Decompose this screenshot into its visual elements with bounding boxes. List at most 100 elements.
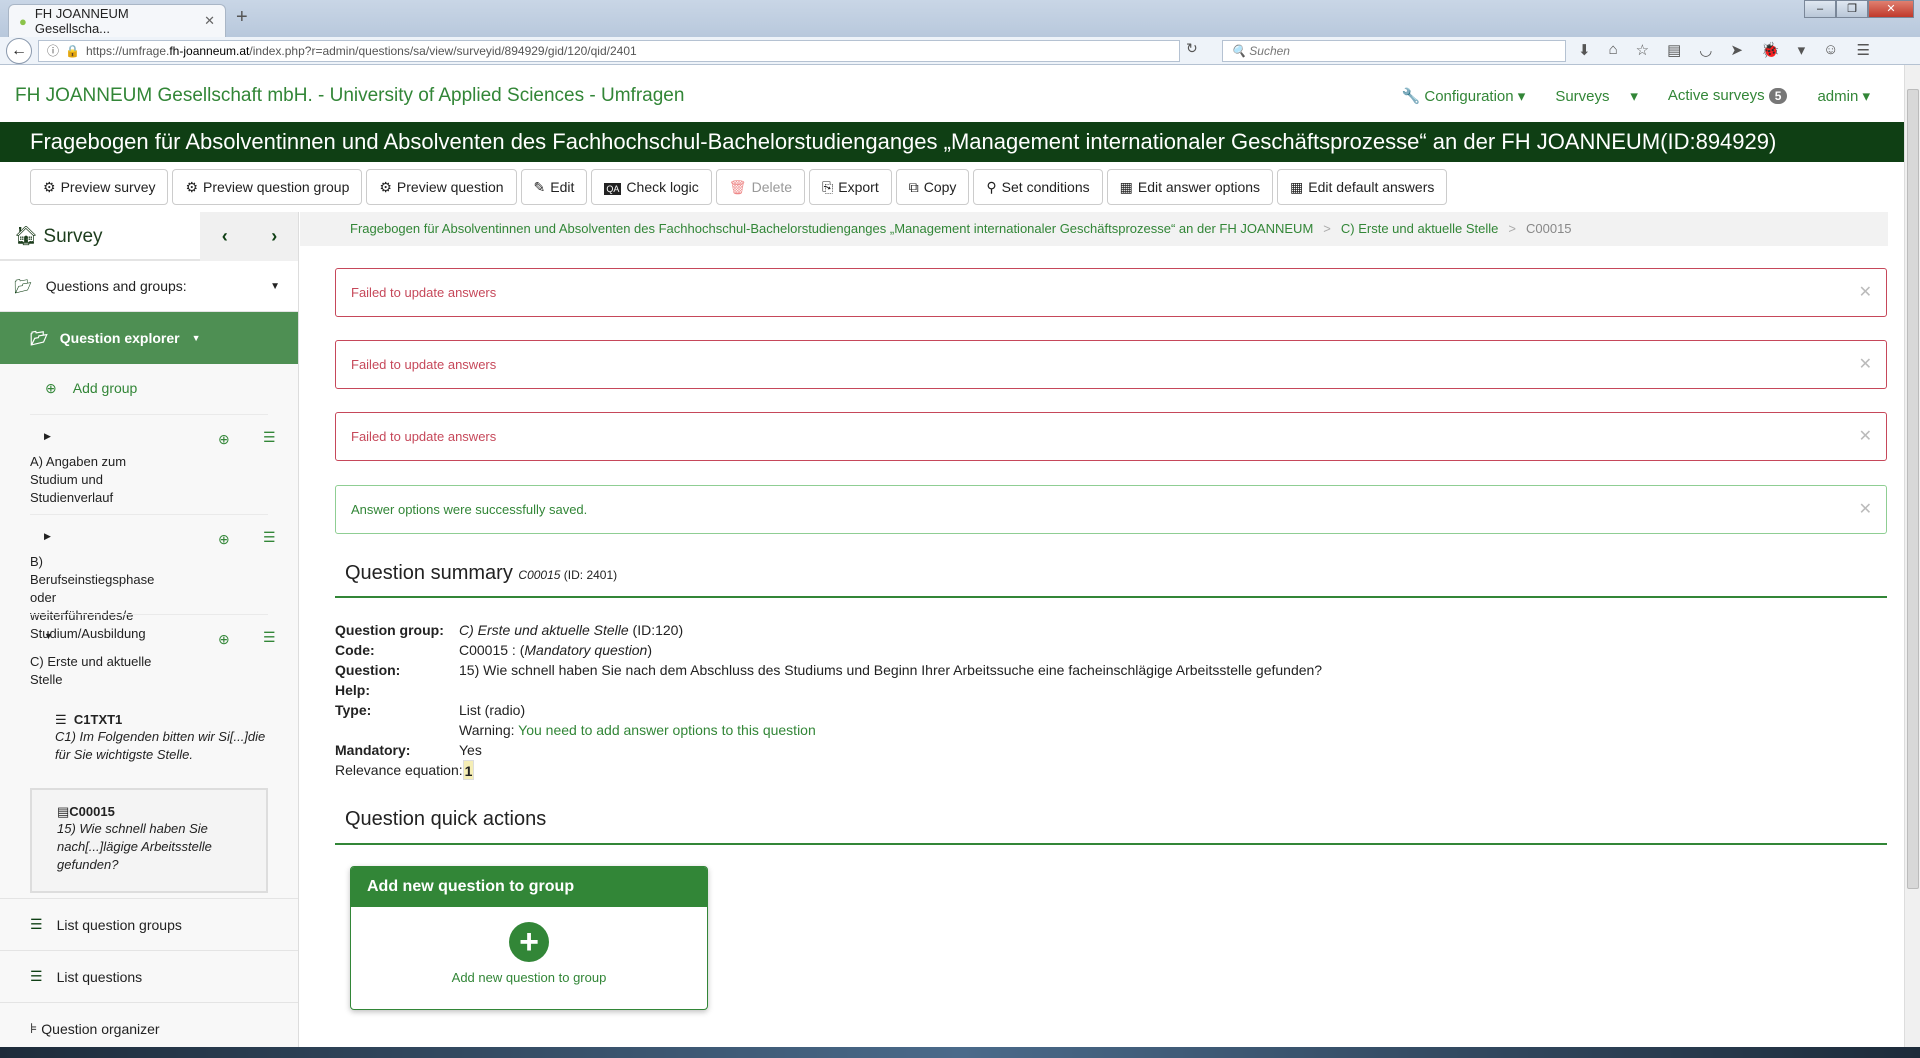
- table-icon: ▦: [1119, 179, 1133, 195]
- add-question-icon[interactable]: ⊕: [218, 531, 230, 548]
- close-icon[interactable]: ✕: [1859, 269, 1872, 316]
- expand-right-icon[interactable]: ›: [271, 226, 277, 247]
- close-icon[interactable]: ✕: [1859, 413, 1872, 460]
- send-icon[interactable]: ➤: [1730, 41, 1743, 59]
- error-alert: Failed to update answers ✕: [335, 412, 1887, 461]
- reading-list-icon[interactable]: ▤: [1667, 41, 1681, 59]
- hamburger-menu-icon[interactable]: ☰: [1857, 41, 1870, 59]
- list-icon[interactable]: ☰: [263, 529, 276, 546]
- preview-survey-button[interactable]: ⚙ Preview survey: [30, 169, 169, 205]
- add-question-card[interactable]: Add new question to group + Add new ques…: [350, 866, 708, 1010]
- question-organizer-link[interactable]: ⊧ Question organizer: [0, 1002, 298, 1047]
- list-icon[interactable]: ☰: [263, 629, 276, 646]
- lock-icon: 🔒: [65, 44, 80, 58]
- group-item[interactable]: ▼ C) Erste und aktuelle Stelle ⊕ ☰: [30, 614, 276, 698]
- plus-circle-icon[interactable]: +: [509, 922, 549, 962]
- quick-actions-header: Question quick actions: [335, 808, 1887, 845]
- url-bar[interactable]: ⓘ 🔒 https://umfrage.fh-joanneum.at/index.p…: [38, 40, 1180, 62]
- vertical-scrollbar[interactable]: [1904, 65, 1920, 1047]
- back-button[interactable]: ←: [6, 38, 32, 64]
- folder-open-icon: 📂︎: [30, 329, 48, 346]
- browser-tab[interactable]: ● FH JOANNEUM Gesellscha... ✕: [8, 4, 226, 37]
- question-code: C1TXT1: [73, 712, 123, 727]
- questions-and-groups-toggle[interactable]: 📂︎ Questions and groups: ▼: [0, 261, 298, 312]
- mandatory-value: Yes: [459, 742, 482, 758]
- new-tab-button[interactable]: +: [236, 6, 248, 29]
- preview-question-group-button[interactable]: ⚙ Preview question group: [172, 169, 363, 205]
- copy-button[interactable]: ⧉ Copy: [895, 169, 970, 205]
- breadcrumb-group[interactable]: C) Erste und aktuelle Stelle: [1341, 221, 1499, 236]
- label: Type:: [335, 702, 372, 718]
- list-icon[interactable]: ☰: [263, 429, 276, 446]
- conditions-icon: ⚲: [986, 179, 997, 195]
- button-label: Check logic: [626, 179, 699, 195]
- close-tab-icon[interactable]: ✕: [204, 13, 215, 29]
- delete-button[interactable]: 🗑 Delete: [715, 169, 806, 205]
- add-group-link[interactable]: ⊕ Add group: [0, 364, 298, 414]
- sidebar: 🏠︎ Survey ‹ › 📂︎ Questions and groups: ▼ 📂︎ Q…: [0, 212, 299, 1047]
- reload-icon[interactable]: ↻: [1186, 40, 1198, 57]
- dropdown-icon[interactable]: ▾: [1798, 41, 1806, 59]
- preview-question-button[interactable]: ⚙ Preview question: [366, 169, 517, 205]
- breadcrumb: Fragebogen für Absolventinnen und Absolv…: [300, 212, 1888, 246]
- question-explorer-toggle[interactable]: 📂︎ Question explorer ▼: [0, 312, 298, 364]
- firebug-icon[interactable]: 🐞: [1761, 41, 1780, 59]
- caret-right-icon[interactable]: ▶: [44, 531, 51, 542]
- list-icon: ☰: [30, 916, 43, 932]
- card-label[interactable]: Add new question to group: [351, 970, 707, 985]
- button-label: Copy: [923, 179, 957, 195]
- window-controls: – ❐ ✕: [1804, 0, 1914, 18]
- chat-icon[interactable]: ☺: [1823, 41, 1838, 59]
- favicon-icon: ●: [19, 13, 27, 29]
- close-window-icon[interactable]: ✕: [1868, 0, 1914, 18]
- add-question-icon[interactable]: ⊕: [218, 431, 230, 448]
- list-question-groups-link[interactable]: ☰ List question groups: [0, 898, 298, 950]
- download-icon[interactable]: ⬇: [1578, 41, 1591, 59]
- export-button[interactable]: ⎘ Export: [809, 169, 892, 205]
- label: Relevance equation:: [335, 762, 463, 778]
- surveys-menu[interactable]: Surveys ▾: [1555, 87, 1638, 105]
- bookmark-star-icon[interactable]: ☆: [1636, 41, 1649, 59]
- error-alert: Failed to update answers ✕: [335, 340, 1887, 389]
- admin-menu[interactable]: admin ▾: [1817, 87, 1870, 105]
- browser-tab-bar: ● FH JOANNEUM Gesellscha... ✕ + – ❐ ✕: [0, 0, 1920, 37]
- edit-button[interactable]: ✎ Edit: [520, 169, 588, 205]
- minimize-icon[interactable]: –: [1804, 0, 1836, 18]
- group-item[interactable]: ▶ B) Berufseinstiegsphase oder weiterführ…: [30, 514, 276, 641]
- search-input[interactable]: 🔍 Suchen: [1222, 40, 1566, 62]
- list-icon: ☰: [30, 968, 43, 984]
- check-logic-button[interactable]: QA Check logic: [591, 169, 712, 205]
- url-prefix: https://umfrage.: [85, 44, 170, 58]
- section-title: Question summary: [345, 562, 513, 584]
- list-questions-label: List questions: [56, 968, 143, 985]
- breadcrumb-survey[interactable]: Fragebogen für Absolventinnen und Absolv…: [350, 221, 1313, 236]
- label: Mandatory:: [335, 742, 411, 758]
- question-item[interactable]: ☰ C1TXT1 C1) Im Folgenden bitten wir Si[.…: [30, 698, 268, 788]
- error-alert: Failed to update answers ✕: [335, 268, 1887, 317]
- restore-icon[interactable]: ❐: [1836, 0, 1868, 18]
- caret-right-icon[interactable]: ▶: [44, 431, 51, 442]
- surveys-label: Surveys: [1555, 88, 1610, 105]
- scrollbar-thumb[interactable]: [1907, 89, 1919, 889]
- trash-icon: 🗑: [728, 179, 747, 195]
- close-icon[interactable]: ✕: [1859, 341, 1872, 388]
- edit-answer-options-button[interactable]: ▦ Edit answer options: [1106, 169, 1274, 205]
- edit-default-answers-button[interactable]: ▦ Edit default answers: [1277, 169, 1448, 205]
- code-value: C00015 : (: [459, 642, 525, 658]
- brand-link[interactable]: FH JOANNEUM Gesellschaft mbH. - Universi…: [15, 85, 684, 107]
- pocket-icon[interactable]: ◡: [1699, 41, 1712, 59]
- collapse-left-icon[interactable]: ‹: [222, 226, 228, 247]
- active-surveys-link[interactable]: Active surveys 5: [1668, 87, 1788, 105]
- group-value: C) Erste und aktuelle Stelle: [459, 622, 629, 638]
- caret-down-icon[interactable]: ▼: [44, 631, 53, 641]
- close-icon[interactable]: ✕: [1859, 486, 1872, 533]
- configuration-menu[interactable]: 🔧 Configuration ▾: [1402, 87, 1526, 105]
- question-item-selected[interactable]: ▤C00015 15) Wie schnell haben Sie nach[..…: [30, 788, 268, 893]
- add-question-icon[interactable]: ⊕: [218, 631, 230, 648]
- question-value: 15) Wie schnell haben Sie nach dem Absch…: [459, 662, 1323, 678]
- set-conditions-button[interactable]: ⚲ Set conditions: [973, 169, 1103, 205]
- copy-icon: ⧉: [908, 179, 919, 195]
- group-item[interactable]: ▶ A) Angaben zum Studium und Studienverla…: [30, 414, 276, 514]
- list-questions-link[interactable]: ☰ List questions: [0, 950, 298, 1002]
- home-icon[interactable]: ⌂: [1609, 41, 1618, 59]
